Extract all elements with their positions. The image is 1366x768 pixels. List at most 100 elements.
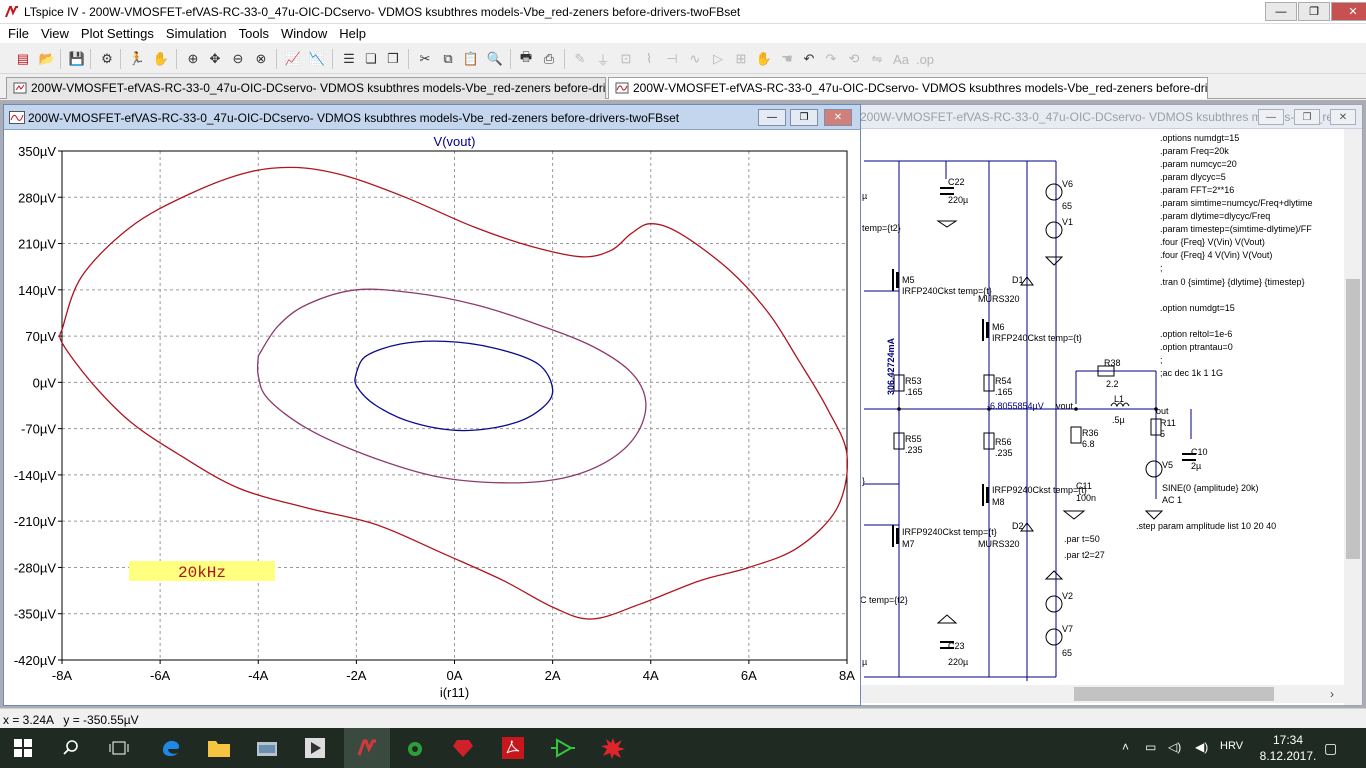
pan-icon[interactable]: ✥: [206, 50, 224, 68]
y-tick-label: -140µV: [14, 468, 57, 483]
tray-speaker-icon[interactable]: ◀): [1195, 740, 1208, 754]
search-icon: [63, 740, 78, 755]
x-axis-label[interactable]: i(r11): [440, 685, 469, 700]
directive-line: .param dlytime=dlycyc/Freq: [1160, 211, 1270, 221]
plot-window-title-bar[interactable]: 200W-VMOSFET-efVAS-RC-33-0_47u-OIC-DCser…: [4, 105, 860, 130]
taskbar-circuit-app[interactable]: [540, 728, 586, 768]
trace-outer-loop[interactable]: [59, 166, 849, 620]
notification-icon[interactable]: ▢: [1324, 740, 1337, 757]
trace-middle-loop[interactable]: [256, 288, 647, 484]
drag-icon[interactable]: ☚: [778, 50, 796, 68]
schematic-vertical-scrollbar-thumb[interactable]: [1346, 279, 1360, 559]
print-icon[interactable]: ⎙: [540, 50, 558, 68]
tray-volume-icon[interactable]: ◁): [1168, 740, 1181, 754]
paste-icon[interactable]: 📋: [462, 50, 480, 68]
tray-clock[interactable]: 17:34 8.12.2017.: [1252, 732, 1324, 764]
taskbar-app-splat[interactable]: [590, 728, 636, 768]
schematic-minimize-button[interactable]: —: [1258, 109, 1284, 125]
minimize-button[interactable]: —: [1265, 2, 1297, 21]
resistor-icon[interactable]: ⌇: [640, 50, 658, 68]
schematic-window-title-bar[interactable]: 200W-VMOSFET-efVAS-RC-33-0_47u-OIC-DCser…: [856, 105, 1362, 129]
save-icon[interactable]: 💾: [68, 50, 86, 68]
redo-icon[interactable]: ↷: [822, 50, 840, 68]
toolbar: ▤ 📂 💾 ⚙ 🏃 ✋ ⊕ ✥ ⊖ ⊗ 📈 📉 ☰ ❏ ❐ ✂ ⧉ 📋 🔍 🖶 …: [0, 44, 1366, 74]
edge-icon: [163, 740, 180, 757]
undo-icon[interactable]: ↶: [800, 50, 818, 68]
trace-title[interactable]: V(vout): [434, 134, 476, 149]
find-icon[interactable]: 🔍: [486, 50, 504, 68]
app-title: LTspice IV - 200W-VMOSFET-efVAS-RC-33-0_…: [24, 5, 741, 19]
menu-plot-settings[interactable]: Plot Settings: [75, 26, 160, 41]
menu-simulation[interactable]: Simulation: [160, 26, 233, 41]
taskbar-explorer-2[interactable]: [244, 728, 290, 768]
cut-icon[interactable]: ✂: [416, 50, 434, 68]
run-icon[interactable]: 🏃: [128, 50, 146, 68]
taskbar-media[interactable]: [292, 728, 338, 768]
schematic-close-button[interactable]: ✕: [1330, 109, 1356, 125]
menu-file[interactable]: File: [2, 26, 35, 41]
schematic-canvas[interactable]: C22 220µ V6 65 V1 µ temp={t2} M5 IRFP240…: [856, 129, 1362, 705]
rotate-icon[interactable]: ⟲: [845, 50, 863, 68]
tab-schematic[interactable]: 200W-VMOSFET-efVAS-RC-33-0_47u-OIC-DCser…: [6, 77, 606, 99]
plot-minimize-button[interactable]: —: [758, 109, 786, 126]
taskbar-edge[interactable]: [148, 728, 194, 768]
autorange-icon[interactable]: 📈: [284, 50, 302, 68]
menu-help[interactable]: Help: [333, 26, 372, 41]
schematic-horizontal-scrollbar-thumb[interactable]: [1074, 687, 1274, 701]
tab-waveform[interactable]: 200W-VMOSFET-efVAS-RC-33-0_47u-OIC-DCser…: [608, 77, 1208, 99]
label-net-icon[interactable]: ⊡: [617, 50, 635, 68]
tray-language[interactable]: HRV: [1220, 740, 1243, 752]
pick-traces-icon[interactable]: 📉: [308, 50, 326, 68]
plot-canvas[interactable]: 350µV 280µV 210µV 140µV 70µV 0µV -70µV -140µV -2…: [4, 130, 860, 705]
zoom-in-icon[interactable]: ⊕: [184, 50, 202, 68]
y-tick-label: 140µV: [18, 283, 56, 298]
wire-icon[interactable]: ✎: [571, 50, 589, 68]
close-button[interactable]: ✕: [1331, 2, 1366, 21]
copy-icon[interactable]: ⧉: [439, 50, 457, 68]
label-r55-value: .235: [905, 445, 923, 455]
menu-window[interactable]: Window: [275, 26, 333, 41]
trace-inner-loop[interactable]: [354, 340, 554, 432]
capacitor-icon[interactable]: ⊣: [663, 50, 681, 68]
print-preview-icon[interactable]: 🖶: [517, 49, 535, 68]
mirror-icon[interactable]: ⇋: [868, 50, 886, 68]
taskbar-ltspice[interactable]: [344, 728, 390, 768]
task-view-button[interactable]: [96, 728, 142, 768]
scroll-right-icon[interactable]: ›: [1330, 687, 1334, 701]
component-icon[interactable]: ⊞: [732, 50, 750, 68]
open-schematic-icon[interactable]: ▤: [14, 50, 32, 68]
taskbar-acrobat[interactable]: [490, 728, 536, 768]
restore-button[interactable]: ❐: [1298, 2, 1330, 21]
label-temp-t2-top: temp={t2}: [862, 223, 901, 233]
label-c11-value: 100n: [1076, 493, 1096, 503]
zoom-fit-icon[interactable]: ⊗: [252, 50, 270, 68]
open-file-icon[interactable]: 📂: [38, 50, 56, 68]
frequency-annotation[interactable]: 20kHz: [129, 561, 275, 582]
menu-view[interactable]: View: [35, 26, 75, 41]
diode-icon[interactable]: ▷: [709, 50, 727, 68]
move-icon[interactable]: ✋: [755, 50, 773, 68]
start-button[interactable]: [0, 728, 46, 768]
schematic-restore-button[interactable]: ❐: [1294, 109, 1320, 125]
directive-line: .par t=50: [1064, 534, 1100, 544]
zoom-out-icon[interactable]: ⊖: [229, 50, 247, 68]
plot-close-button[interactable]: ✕: [824, 109, 852, 126]
tile-vertical-icon[interactable]: ❏: [362, 50, 380, 68]
label-mu-top: µ: [862, 191, 867, 201]
cascade-icon[interactable]: ❐: [384, 50, 402, 68]
taskbar-app-red[interactable]: [440, 728, 486, 768]
tile-horizontal-icon[interactable]: ☰: [340, 50, 358, 68]
inductor-icon[interactable]: ∿: [686, 50, 704, 68]
control-panel-icon[interactable]: ⚙: [98, 50, 116, 68]
tray-network-icon[interactable]: ▭: [1145, 740, 1156, 754]
taskbar-file-explorer[interactable]: [196, 728, 242, 768]
search-button[interactable]: [48, 728, 94, 768]
halt-icon[interactable]: ✋: [152, 50, 170, 68]
taskbar-app-green[interactable]: [392, 728, 438, 768]
spice-directive-icon[interactable]: .op: [916, 50, 934, 68]
text-icon[interactable]: Aa: [892, 50, 910, 68]
tray-chevron-up-icon[interactable]: ˄: [1122, 740, 1129, 754]
ground-icon[interactable]: ⏚: [594, 50, 612, 68]
menu-tools[interactable]: Tools: [233, 26, 275, 41]
plot-restore-button[interactable]: ❐: [790, 109, 818, 126]
